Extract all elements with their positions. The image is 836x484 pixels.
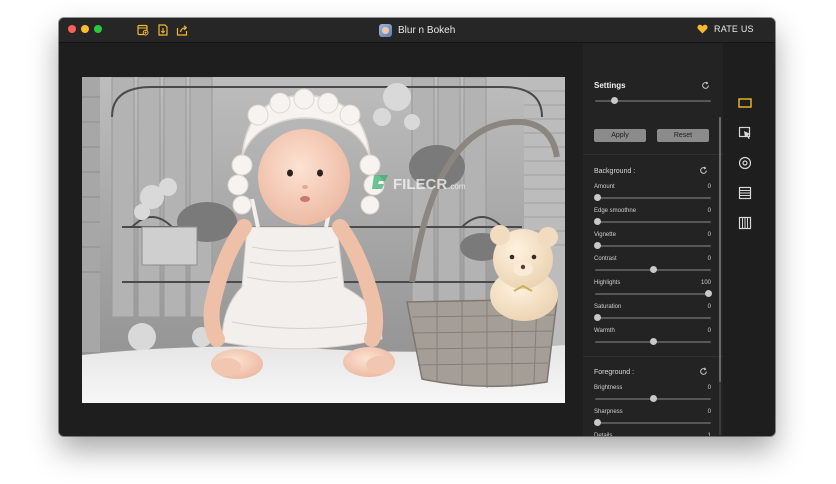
slider-value: 1	[707, 433, 711, 436]
window-title: Blur n Bokeh	[379, 23, 455, 37]
slider-highlights[interactable]: Highlights 100	[594, 280, 712, 300]
slider-label: Vignette	[594, 232, 616, 238]
baby-photo-image	[82, 77, 565, 403]
slider-label: Brightness	[594, 385, 623, 391]
settings-top-slider-thumb[interactable]	[610, 97, 618, 104]
close-window-button[interactable]	[68, 25, 76, 33]
app-logo-icon	[379, 23, 392, 37]
edited-photo[interactable]: FILECR .com	[82, 77, 565, 403]
slider-value: 0	[707, 208, 711, 214]
slider-thumb[interactable]	[649, 338, 657, 345]
slider-label: Sharpness	[594, 409, 623, 415]
background-section-title: Background :	[594, 168, 636, 175]
slider-value: 0	[707, 256, 711, 262]
slider-label: Details	[594, 433, 613, 436]
slider-value: 0	[707, 385, 711, 391]
settings-top-slider[interactable]	[594, 87, 711, 107]
panel-divider	[583, 356, 723, 357]
watermark-logo-icon	[372, 175, 388, 189]
slider-track	[595, 317, 711, 319]
app-window: Blur n Bokeh RATE US FILECR .com Setting…	[59, 18, 775, 436]
slider-label: Saturation	[594, 304, 622, 310]
add-image-icon[interactable]	[137, 24, 149, 36]
slider-value: 0	[707, 232, 711, 238]
slider-vignette[interactable]: Vignette 0	[594, 232, 711, 252]
slider-thumb[interactable]	[705, 290, 712, 297]
selection-tool-icon[interactable]	[738, 126, 752, 140]
slider-thumb[interactable]	[594, 419, 601, 426]
slider-thumb[interactable]	[594, 218, 601, 225]
slider-value: 0	[707, 328, 711, 334]
crop-rectangle-tool-icon[interactable]	[738, 96, 752, 110]
slider-track	[595, 422, 711, 424]
slider-warmth[interactable]: Warmth 0	[594, 328, 711, 348]
minimize-window-button[interactable]	[81, 25, 89, 33]
grid-pattern-tool-icon[interactable]	[738, 216, 752, 230]
share-icon[interactable]	[176, 24, 188, 36]
settings-panel: Settings Apply Reset Background : Amount…	[583, 43, 723, 436]
reset-button[interactable]: Reset	[657, 129, 709, 142]
slider-sharpness[interactable]: Sharpness 0	[594, 409, 711, 429]
title-bar: Blur n Bokeh RATE US	[59, 18, 775, 43]
window-title-text: Blur n Bokeh	[398, 24, 456, 36]
foreground-section-title: Foreground :	[594, 369, 635, 376]
apply-button[interactable]: Apply	[594, 129, 646, 142]
slider-edge-smoothne[interactable]: Edge smoothne 0	[594, 208, 711, 228]
slider-track	[595, 197, 711, 199]
slider-amount[interactable]: Amount 0	[594, 184, 711, 204]
heart-icon	[697, 24, 708, 34]
watermark: FILECR .com	[370, 173, 466, 193]
slider-track	[595, 245, 711, 247]
slider-thumb[interactable]	[649, 266, 657, 273]
watermark-suffix: .com	[448, 182, 466, 191]
tool-strip	[723, 43, 775, 436]
slider-thumb[interactable]	[594, 194, 601, 201]
panel-scrollbar[interactable]	[719, 117, 721, 435]
focus-circle-tool-icon[interactable]	[738, 156, 752, 170]
panel-scrollbar-thumb[interactable]	[719, 117, 721, 382]
rate-us-label: RATE US	[714, 24, 754, 34]
slider-value: 0	[707, 304, 711, 310]
slider-label: Amount	[594, 184, 615, 190]
slider-track	[595, 221, 711, 223]
slider-value: 0	[707, 409, 711, 415]
watermark-brand: FILECR	[393, 176, 448, 193]
slider-label: Contrast	[594, 256, 617, 262]
slider-contrast[interactable]: Contrast 0	[594, 256, 711, 276]
slider-thumb[interactable]	[594, 314, 601, 321]
slider-label: Warmth	[594, 328, 615, 334]
slider-track	[595, 293, 711, 295]
export-icon[interactable]	[157, 24, 169, 36]
panel-divider	[583, 154, 723, 155]
background-reset-icon[interactable]	[699, 166, 708, 175]
rate-us-button[interactable]: RATE US	[697, 24, 754, 34]
blur-pattern-tool-icon[interactable]	[738, 186, 752, 200]
slider-thumb[interactable]	[594, 242, 601, 249]
image-canvas[interactable]: FILECR .com	[59, 43, 583, 436]
slider-brightness[interactable]: Brightness 0	[594, 385, 711, 405]
slider-details[interactable]: Details 1	[594, 433, 711, 436]
slider-thumb[interactable]	[649, 395, 657, 402]
slider-label: Highlights	[594, 280, 621, 286]
slider-saturation[interactable]: Saturation 0	[594, 304, 711, 324]
slider-value: 100	[700, 280, 711, 286]
slider-label: Edge smoothne	[594, 208, 637, 214]
foreground-reset-icon[interactable]	[699, 367, 708, 376]
zoom-window-button[interactable]	[94, 25, 102, 33]
slider-value: 0	[707, 184, 711, 190]
